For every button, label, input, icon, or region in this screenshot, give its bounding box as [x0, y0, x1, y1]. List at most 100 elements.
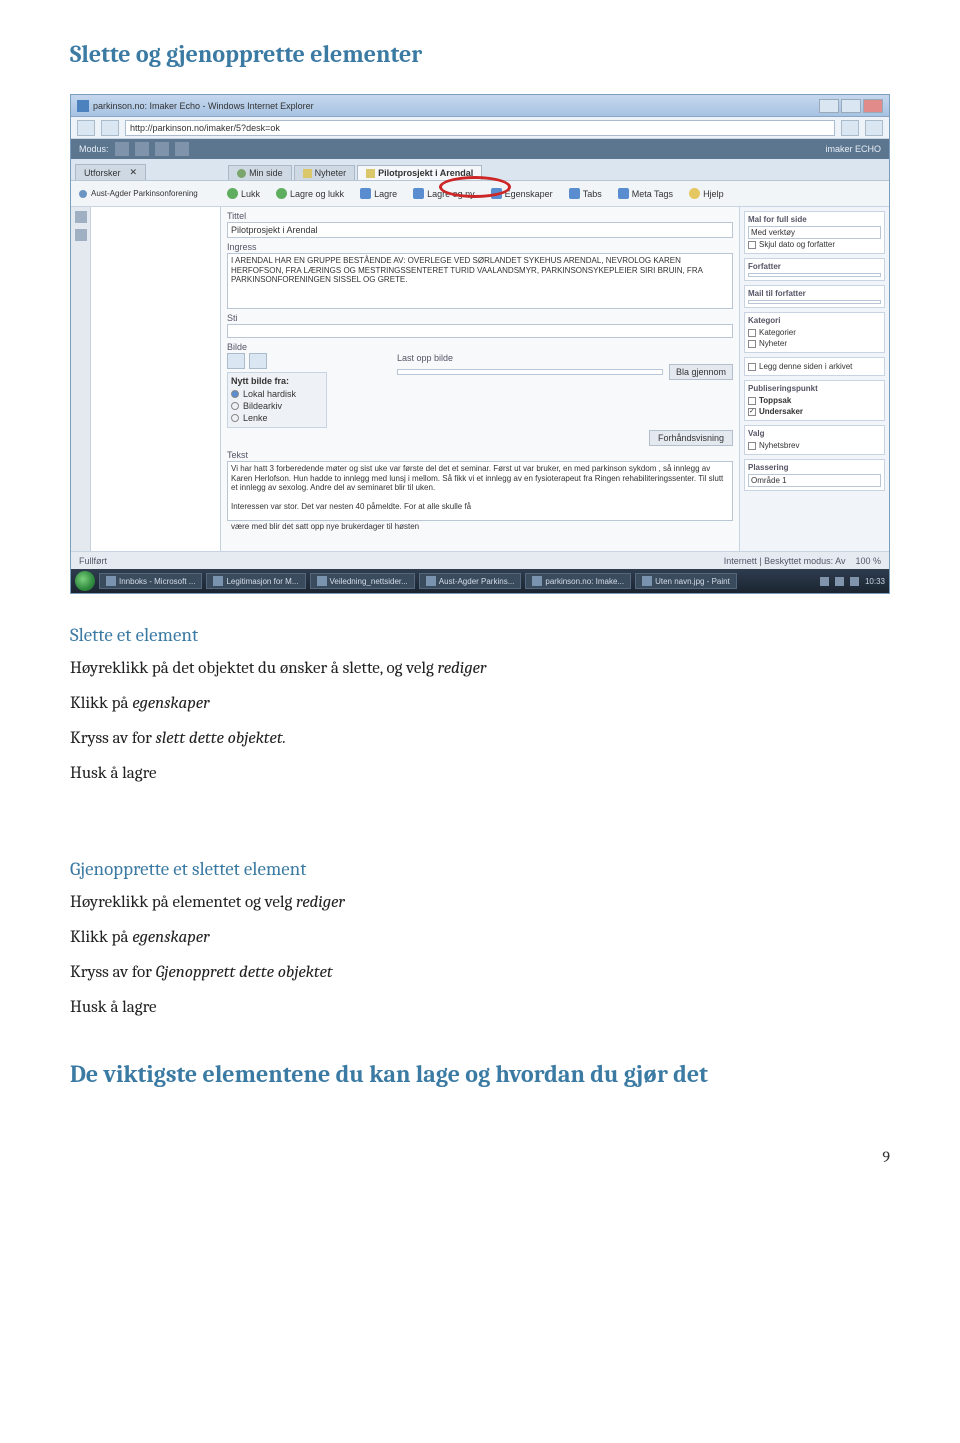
home-icon [237, 169, 246, 178]
window-buttons [819, 99, 883, 113]
spine-icon-2[interactable] [75, 229, 87, 241]
explorer-tab[interactable]: Utforsker ✕ [75, 164, 146, 180]
maximize-button[interactable] [841, 99, 861, 113]
window-titlebar: parkinson.no: Imaker Echo - Windows Inte… [71, 95, 889, 117]
tool-egenskaper[interactable]: Egenskaper [485, 185, 559, 202]
module-btn-1[interactable] [115, 142, 129, 156]
tekst-textarea[interactable]: Vi har hatt 3 forberedende møter og sist… [227, 461, 733, 521]
tool-lagre-og-lukk[interactable]: Lagre og lukk [270, 185, 350, 202]
tab-pilotprosjekt[interactable]: Pilotprosjekt i Arendal [357, 165, 482, 180]
spine-icon-1[interactable] [75, 211, 87, 223]
mal-label: Mal for full side [748, 215, 881, 224]
valg-label: Valg [748, 429, 881, 438]
taskbar-item-1[interactable]: Innboks - Microsoft ... [99, 573, 202, 589]
arkiv-checkbox-row[interactable]: Legg denne siden i arkivet [748, 361, 881, 372]
valg-nyhetsbrev[interactable]: Nyhetsbrev [748, 440, 881, 451]
tool-lagre[interactable]: Lagre [354, 185, 403, 202]
tab-min-side[interactable]: Min side [228, 165, 292, 180]
task-icon [106, 576, 116, 586]
module-btn-2[interactable] [135, 142, 149, 156]
tab-nyheter[interactable]: Nyheter [294, 165, 356, 180]
pub-toppsak[interactable]: Toppsak [748, 395, 881, 406]
kategori-nyheter[interactable]: Nyheter [748, 338, 881, 349]
taskbar-item-5[interactable]: parkinson.no: Imake... [525, 573, 631, 589]
sti-input[interactable] [227, 324, 733, 338]
save-new-icon [413, 188, 424, 199]
blagjennom-button[interactable]: Bla gjennom [669, 364, 733, 380]
start-orb[interactable] [75, 571, 95, 591]
tool-hjelp[interactable]: Hjelp [683, 185, 730, 202]
window-title-text: parkinson.no: Imaker Echo - Windows Inte… [93, 101, 815, 111]
taskbar-item-6[interactable]: Uten navn.jpg - Paint [635, 573, 737, 589]
task-icon [532, 576, 542, 586]
mail-label: Mail til forfatter [748, 289, 881, 298]
mail-input[interactable] [748, 300, 881, 304]
task-icon [642, 576, 652, 586]
forhandsvisning-button[interactable]: Forhåndsvisning [649, 430, 733, 446]
plassering-select[interactable]: Område 1 [748, 474, 881, 487]
minimize-button[interactable] [819, 99, 839, 113]
tool-meta-tags[interactable]: Meta Tags [612, 185, 679, 202]
address-bar: http://parkinson.no/imaker/5?desk=ok [71, 117, 889, 139]
url-input[interactable]: http://parkinson.no/imaker/5?desk=ok [125, 120, 835, 136]
module-bar: Modus: imaker ECHO [71, 139, 889, 159]
skjul-checkbox-row[interactable]: Skjul dato og forfatter [748, 239, 881, 250]
close-button[interactable] [863, 99, 883, 113]
tool-lukk[interactable]: Lukk [221, 185, 266, 202]
pub-undersaker[interactable]: Undersaker [748, 406, 881, 417]
close-icon [227, 188, 238, 199]
radio-lenke[interactable]: Lenke [231, 412, 323, 424]
plassering-label: Plassering [748, 463, 881, 472]
ie-icon [77, 100, 89, 112]
tittel-input[interactable]: Pilotprosjekt i Arendal [227, 222, 733, 238]
radio-bildearkiv[interactable]: Bildearkiv [231, 400, 323, 412]
tree-root-label[interactable]: Aust-Agder Parkinsonforening [91, 189, 198, 198]
forfatter-input[interactable] [748, 273, 881, 277]
forfatter-label: Forfatter [748, 262, 881, 271]
image-btn-1[interactable] [227, 353, 245, 369]
tray-icon[interactable] [820, 577, 829, 586]
radio-lokal-hardisk[interactable]: Lokal hardisk [231, 388, 323, 400]
slette-line4: Husk å lagre [70, 763, 890, 786]
help-icon [689, 188, 700, 199]
main-editor: Tittel Pilotprosjekt i Arendal Ingress I… [221, 207, 739, 551]
taskbar-item-2[interactable]: Legitimasjon for M... [206, 573, 305, 589]
image-btn-2[interactable] [249, 353, 267, 369]
module-btn-4[interactable] [175, 142, 189, 156]
nytt-bilde-label: Nytt bilde fra: [231, 376, 323, 386]
page-title: Slette og gjenopprette elementer [70, 40, 890, 68]
pub-label: Publiseringspunkt [748, 384, 881, 393]
gjenopprette-line3: Kryss av for Gjenopprett dette objektet [70, 962, 890, 985]
module-btn-3[interactable] [155, 142, 169, 156]
status-bar: Fullført Internett | Beskyttet modus: Av… [71, 551, 889, 569]
brand-label: imaker ECHO [825, 144, 881, 154]
system-tray: 10:33 [820, 577, 885, 586]
task-icon [213, 576, 223, 586]
refresh-button[interactable] [841, 120, 859, 136]
taskbar: Innboks - Microsoft ... Legitimasjon for… [71, 569, 889, 593]
status-right: Internett | Beskyttet modus: Av [724, 556, 846, 566]
meta-icon [618, 188, 629, 199]
zoom-label[interactable]: 100 % [855, 556, 881, 566]
properties-icon [491, 188, 502, 199]
tool-lagre-og-ny[interactable]: Lagre og ny [407, 185, 481, 202]
screenshot: parkinson.no: Imaker Echo - Windows Inte… [70, 94, 890, 594]
upload-input[interactable] [397, 369, 663, 375]
tab-row: Utforsker ✕ Min side Nyheter Pilotprosje… [71, 159, 889, 181]
ingress-textarea[interactable]: I ARENDAL HAR EN GRUPPE BESTÅENDE AV: OV… [227, 253, 733, 309]
tray-icon[interactable] [835, 577, 844, 586]
ingress-label: Ingress [227, 242, 733, 252]
tool-tabs[interactable]: Tabs [563, 185, 608, 202]
tree-panel [91, 207, 221, 551]
gjenopprette-line2: Klikk på egenskaper [70, 927, 890, 950]
kategori-kategorier[interactable]: Kategorier [748, 327, 881, 338]
forward-button[interactable] [101, 120, 119, 136]
taskbar-item-4[interactable]: Aust-Agder Parkins... [419, 573, 522, 589]
tray-icon[interactable] [850, 577, 859, 586]
back-button[interactable] [77, 120, 95, 136]
search-button[interactable] [865, 120, 883, 136]
mal-select[interactable]: Med verktøy [748, 226, 881, 239]
taskbar-item-3[interactable]: Veiledning_nettsider... [310, 573, 415, 589]
left-spine [71, 207, 91, 551]
doc-icon [366, 169, 375, 178]
